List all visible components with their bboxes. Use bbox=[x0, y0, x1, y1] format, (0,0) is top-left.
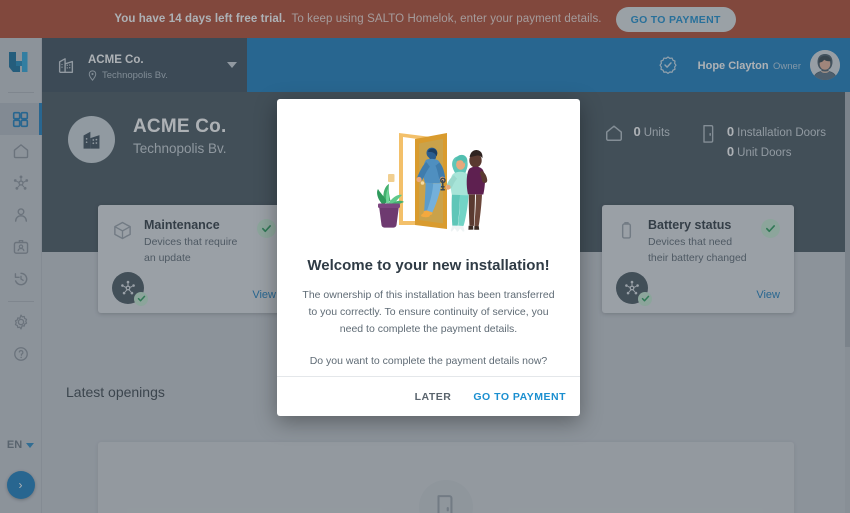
modal-body: Welcome to your new installation! The ow… bbox=[277, 99, 580, 376]
welcome-modal: Welcome to your new installation! The ow… bbox=[277, 99, 580, 416]
app-root: You have 14 days left free trial. To kee… bbox=[0, 0, 850, 513]
modal-go-to-payment-button[interactable]: GO TO PAYMENT bbox=[473, 391, 566, 403]
later-button[interactable]: LATER bbox=[415, 391, 452, 403]
modal-title: Welcome to your new installation! bbox=[307, 257, 550, 274]
modal-paragraph: The ownership of this installation has b… bbox=[302, 289, 555, 335]
handover-keys-illustration bbox=[376, 133, 487, 232]
modal-question: Do you want to complete the payment deta… bbox=[309, 355, 548, 367]
modal-actions: LATER GO TO PAYMENT bbox=[277, 376, 580, 416]
